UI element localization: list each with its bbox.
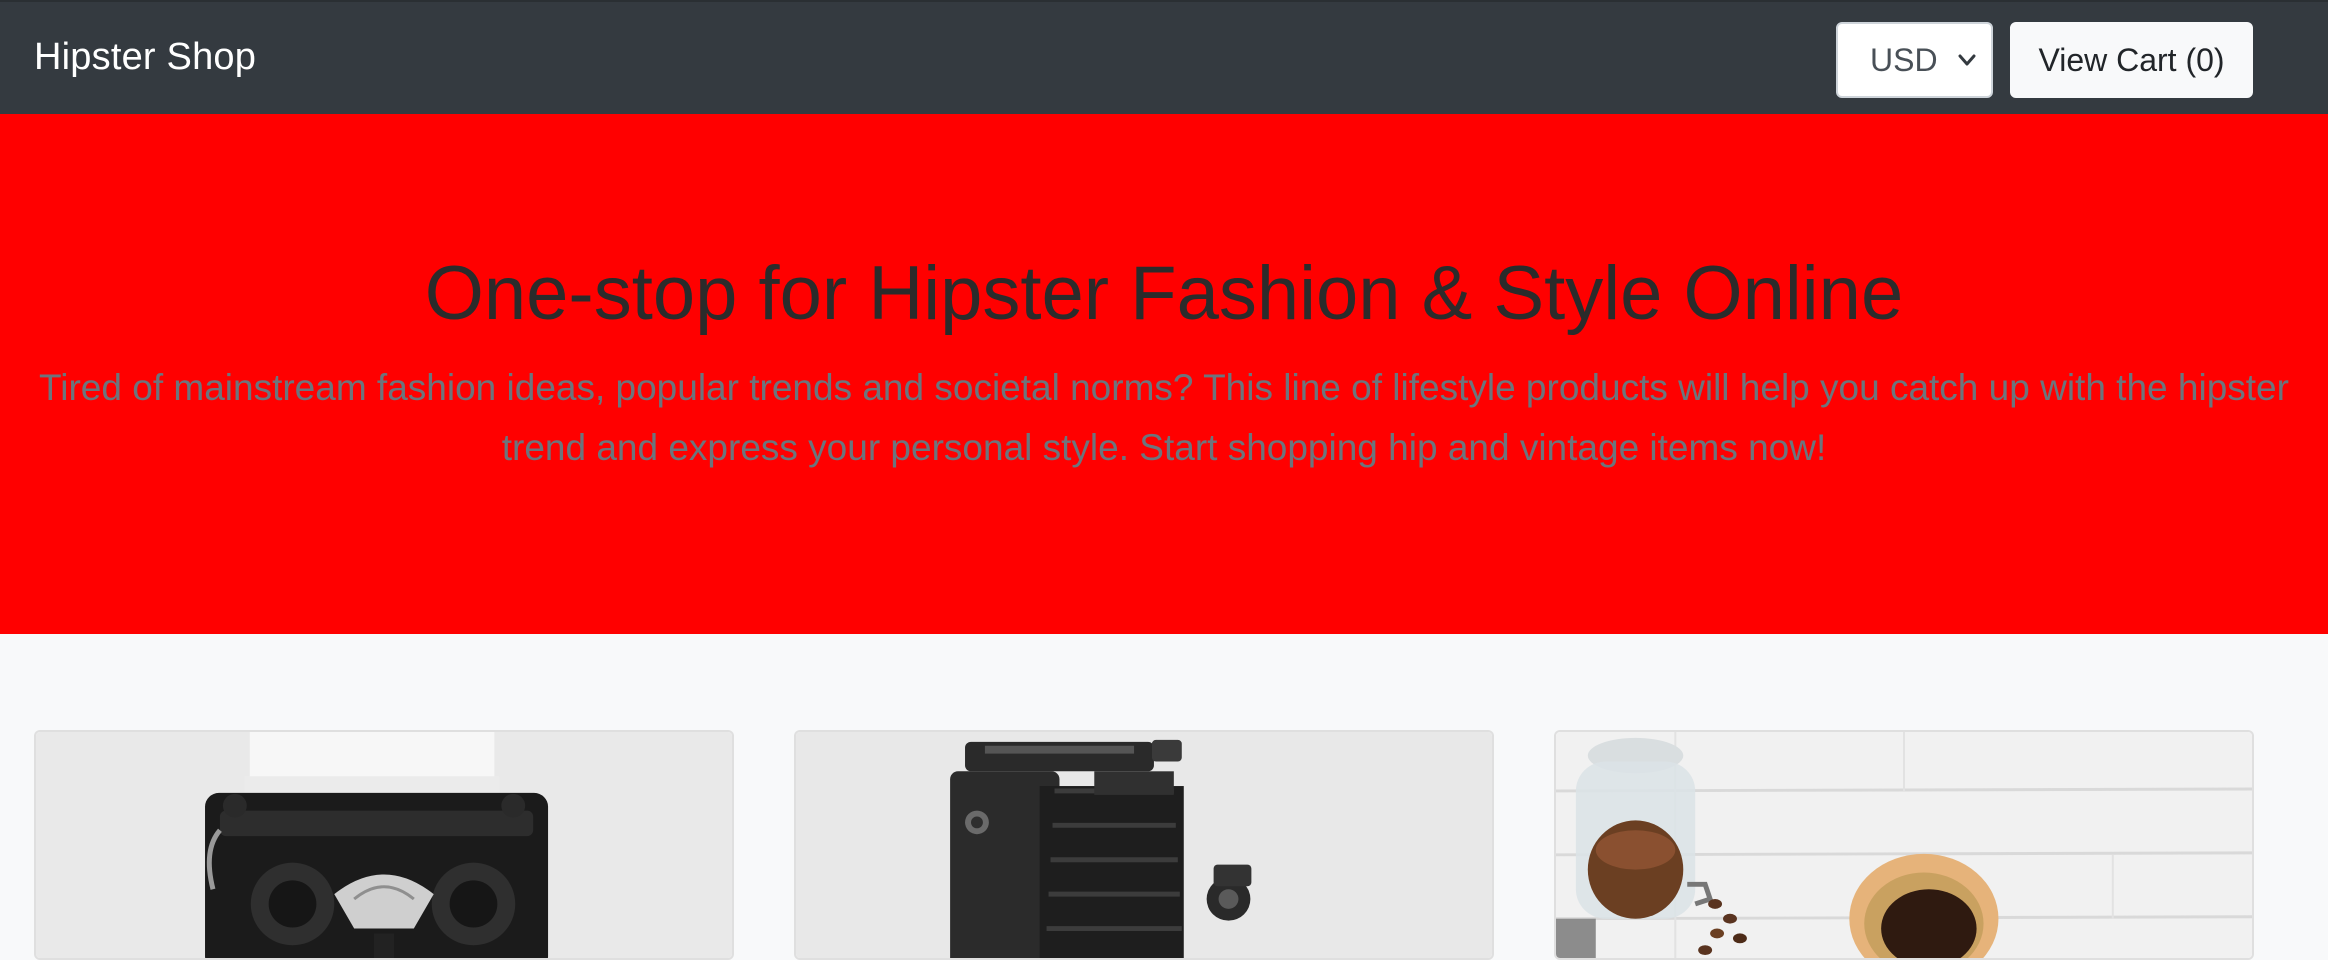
product-card[interactable] [34,730,734,960]
hero-title: One-stop for Hipster Fashion & Style Onl… [424,251,1904,336]
view-cart-button[interactable]: View Cart (0) [2010,22,2253,98]
top-navbar: Hipster Shop USD View Cart (0) [0,0,2328,114]
chevron-down-icon [1958,54,1976,66]
product-image-typewriter[interactable] [36,732,732,958]
product-card[interactable] [794,730,1494,960]
product-card[interactable] [1554,730,2254,960]
product-image-coffee[interactable] [1556,732,2252,958]
currency-select[interactable]: USD [1836,22,1993,98]
brand-link[interactable]: Hipster Shop [34,32,256,82]
currency-selected-value: USD [1870,42,1938,78]
hero-banner: One-stop for Hipster Fashion & Style Onl… [0,114,2328,634]
product-image-camera[interactable] [796,732,1492,958]
hero-lead: Tired of mainstream fashion ideas, popul… [39,367,2289,468]
